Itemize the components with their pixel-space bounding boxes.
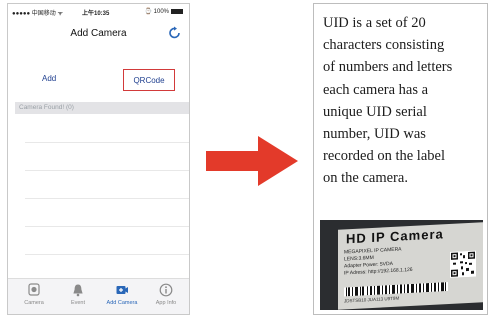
list-divider bbox=[25, 142, 189, 143]
uid-description-line: characters consisting bbox=[323, 37, 445, 54]
page-title: Add Camera bbox=[70, 28, 127, 39]
uid-code: JDSTSB10 JUA113 U9T9M bbox=[344, 295, 400, 304]
list-divider bbox=[25, 170, 189, 171]
tab-bar: Camera Event Add Camera App Info bbox=[8, 278, 189, 314]
carrier-signal: ●●●●● 中国移动 ᯤ bbox=[12, 11, 63, 17]
battery-status: ⌚ 100% bbox=[145, 8, 183, 15]
uid-description-line: number, UID was bbox=[323, 126, 426, 143]
phone-screen: ●●●●● 中国移动 ᯤ 上午10:35 ⌚ 100% Add Camera A… bbox=[7, 3, 190, 315]
camera-label-photo: HD IP Camera MEGAPIXEL IP CAMERA LENS:3.… bbox=[320, 220, 483, 310]
camera-found-label: Camera Found! (0) bbox=[19, 104, 74, 111]
tab-camera[interactable]: Camera bbox=[14, 283, 54, 306]
tab-app-info-label: App Info bbox=[155, 300, 177, 306]
tab-add-camera[interactable]: Add Camera bbox=[102, 283, 142, 306]
tab-event-label: Event bbox=[70, 300, 86, 306]
tab-app-info[interactable]: App Info bbox=[146, 283, 186, 306]
uid-description-line: recorded on the label bbox=[323, 148, 445, 165]
right-arrow-icon bbox=[206, 136, 298, 186]
tab-camera-label: Camera bbox=[24, 300, 44, 306]
camera-icon bbox=[28, 283, 40, 296]
list-divider bbox=[25, 226, 189, 227]
status-bar: ●●●●● 中国移动 ᯤ 上午10:35 ⌚ 100% bbox=[8, 4, 189, 18]
add-button[interactable]: Add bbox=[42, 74, 56, 83]
list-divider bbox=[25, 198, 189, 199]
uid-description-line: UID is a set of 20 bbox=[323, 15, 426, 31]
label-title: HD IP Camera bbox=[346, 226, 444, 247]
refresh-icon[interactable] bbox=[168, 26, 182, 40]
bell-icon bbox=[73, 284, 83, 297]
camera-label: HD IP Camera MEGAPIXEL IP CAMERA LENS:3.… bbox=[338, 222, 483, 310]
uid-info-panel: UID is a set of 20 characters consisting… bbox=[313, 3, 488, 315]
nav-bar: Add Camera bbox=[8, 18, 189, 48]
tab-event[interactable]: Event bbox=[58, 283, 98, 306]
uid-description-line: each camera has a bbox=[323, 81, 429, 98]
uid-description-line: unique UID serial bbox=[323, 103, 427, 120]
tab-add-camera-label: Add Camera bbox=[106, 300, 138, 306]
status-time: 上午10:35 bbox=[82, 11, 110, 17]
list-divider bbox=[25, 254, 189, 255]
qrcode-label: QRCode bbox=[133, 76, 165, 85]
battery-icon bbox=[171, 8, 183, 14]
uid-description-line: of numbers and letters bbox=[323, 59, 453, 76]
qrcode-button[interactable]: QRCode bbox=[123, 69, 175, 91]
uid-description: UID is a set of 20 characters consisting… bbox=[323, 12, 485, 190]
uid-description-line: on the camera. bbox=[323, 170, 408, 187]
camera-found-header: Camera Found! (0) bbox=[15, 102, 189, 114]
barcode-icon bbox=[344, 282, 448, 297]
add-camera-icon bbox=[116, 286, 128, 294]
info-icon bbox=[159, 283, 173, 297]
qr-code-icon bbox=[450, 250, 476, 278]
